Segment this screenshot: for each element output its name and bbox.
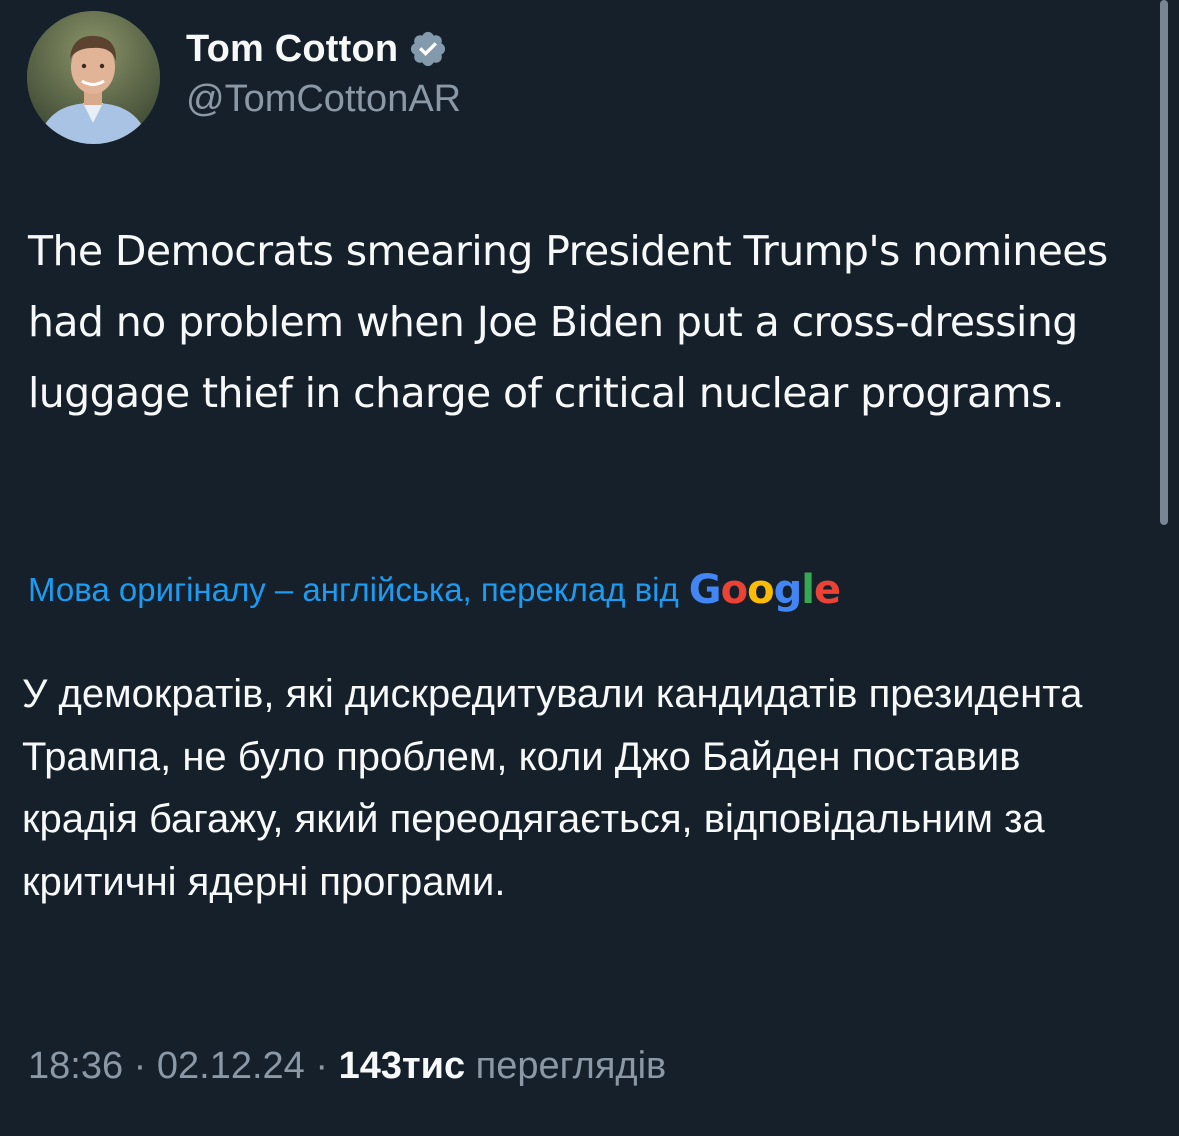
- translated-tweet-text: У демократів, які дискредитували кандида…: [22, 672, 1083, 904]
- author-display-name[interactable]: Tom Cotton: [186, 28, 398, 71]
- meta-separator: ·: [133, 1045, 147, 1087]
- tweet-text: The Democrats smearing President Trump's…: [28, 227, 1108, 417]
- avatar[interactable]: [27, 11, 160, 144]
- tweet-date[interactable]: 02.12.24: [157, 1045, 305, 1087]
- google-logo-letter: o: [720, 567, 749, 613]
- google-logo-letter: l: [801, 567, 815, 613]
- google-logo-letter: g: [773, 567, 803, 613]
- google-logo: Google: [688, 567, 841, 613]
- author-handle[interactable]: @TomCottonAR: [186, 78, 461, 121]
- meta-separator: ·: [315, 1045, 329, 1087]
- google-logo-letter: G: [688, 567, 722, 613]
- tweet-time[interactable]: 18:36: [28, 1045, 123, 1087]
- verified-badge-icon[interactable]: [408, 29, 448, 69]
- views-count: 143тис: [338, 1045, 466, 1087]
- author-name-row[interactable]: Tom Cotton: [186, 24, 448, 74]
- scrollbar-thumb[interactable]: [1160, 0, 1168, 525]
- translation-note[interactable]: Мова оригіналу – англійська, переклад ві…: [28, 567, 841, 613]
- views-label: переглядів: [475, 1045, 667, 1087]
- tweet-meta: 18:36 · 02.12.24 · 143тис переглядів: [28, 1045, 666, 1088]
- google-logo-letter: e: [813, 567, 841, 613]
- translation-note-text[interactable]: Мова оригіналу – англійська, переклад ві…: [28, 571, 679, 609]
- avatar-photo: [27, 11, 160, 144]
- google-logo-letter: o: [747, 567, 775, 613]
